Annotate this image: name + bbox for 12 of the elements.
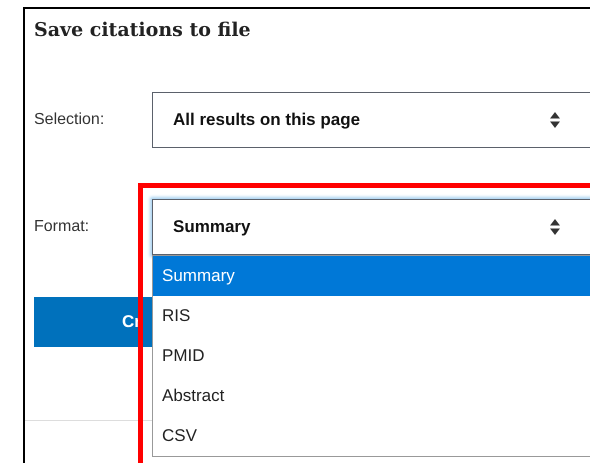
- dropdown-option[interactable]: Summary: [153, 256, 590, 296]
- dropdown-option[interactable]: CSV: [153, 416, 590, 456]
- select-field[interactable]: Summary: [152, 199, 590, 255]
- dropdown-option[interactable]: Abstract: [153, 376, 590, 416]
- dropdown-option[interactable]: RIS: [153, 296, 590, 336]
- field-label: Selection:: [34, 111, 104, 129]
- select-field[interactable]: All results on this page: [152, 92, 590, 148]
- sort-arrows-icon: [549, 111, 561, 129]
- dialog-title: Save citations to file: [34, 18, 251, 43]
- field-label: Format:: [34, 218, 90, 236]
- dropdown-option[interactable]: PMID: [153, 336, 590, 376]
- sort-arrows-icon: [549, 218, 561, 236]
